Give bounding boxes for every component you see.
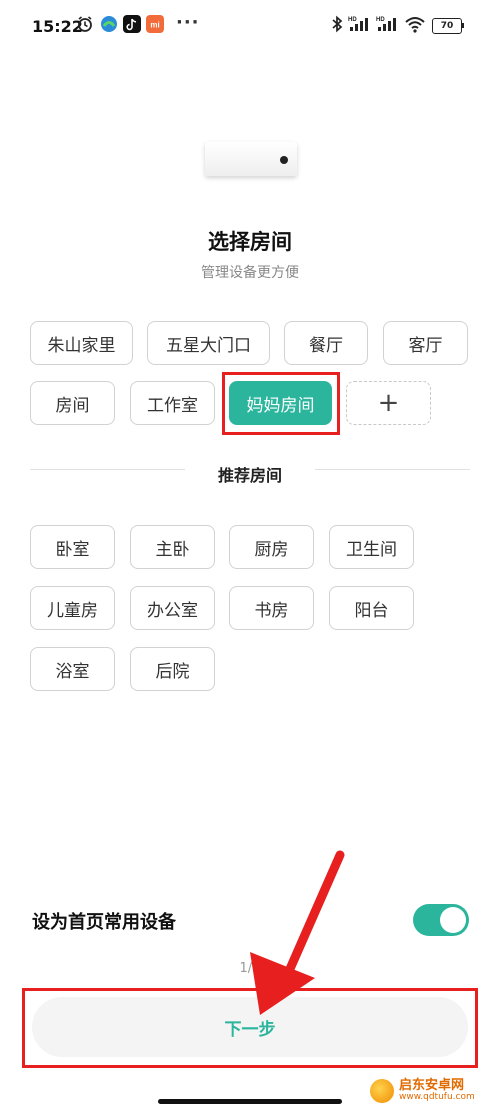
recommended-room-chip[interactable]: 儿童房 bbox=[30, 586, 115, 630]
battery-icon bbox=[462, 23, 464, 28]
page-indicator: 1/3 bbox=[239, 961, 261, 976]
battery-level: 70 bbox=[432, 18, 462, 34]
recommended-room-chip[interactable]: 书房 bbox=[229, 586, 314, 630]
recommended-room-chip[interactable]: 卫生间 bbox=[329, 525, 414, 569]
watermark-url: www.qdtufu.com bbox=[399, 1092, 475, 1103]
signal-icon-2: HD bbox=[376, 17, 396, 31]
recommended-room-chip[interactable]: 卧室 bbox=[30, 525, 115, 569]
toggle-knob bbox=[440, 907, 466, 933]
divider-right bbox=[315, 469, 470, 470]
svg-text:HD: HD bbox=[376, 17, 385, 23]
recommended-room-chip[interactable]: 浴室 bbox=[30, 647, 115, 691]
status-bar: 15:22 mi ··· HD HD 70 bbox=[0, 0, 500, 56]
tiktok-icon bbox=[123, 15, 141, 33]
recommended-room-chip[interactable]: 厨房 bbox=[229, 525, 314, 569]
room-chip[interactable]: 五星大门口 bbox=[147, 321, 270, 365]
wifi-icon bbox=[405, 17, 425, 33]
room-chip[interactable]: 工作室 bbox=[130, 381, 215, 425]
alarm-icon bbox=[78, 16, 92, 32]
selected-room-highlight bbox=[222, 372, 340, 435]
more-notifications-icon: ··· bbox=[176, 12, 200, 33]
signal-icon-1: HD bbox=[348, 17, 368, 31]
page-subtitle: 管理设备更方便 bbox=[201, 265, 299, 281]
home-indicator[interactable] bbox=[158, 1099, 342, 1104]
add-room-button[interactable]: + bbox=[346, 381, 431, 425]
page-title: 选择房间 bbox=[208, 230, 292, 254]
air-conditioner-image bbox=[205, 142, 297, 176]
svg-text:mi: mi bbox=[150, 21, 159, 30]
mi-icon: mi bbox=[146, 15, 164, 33]
recommended-room-chip[interactable]: 办公室 bbox=[130, 586, 215, 630]
room-chip[interactable]: 房间 bbox=[30, 381, 115, 425]
favorite-device-toggle[interactable] bbox=[413, 904, 469, 936]
recommended-room-chip[interactable]: 阳台 bbox=[329, 586, 414, 630]
room-chip[interactable]: 客厅 bbox=[383, 321, 468, 365]
app-notification-icon bbox=[101, 16, 117, 32]
watermark: 启东安卓网 www.qdtufu.com bbox=[370, 1075, 495, 1107]
room-chip[interactable]: 餐厅 bbox=[284, 321, 368, 365]
recommended-room-chip[interactable]: 后院 bbox=[130, 647, 215, 691]
watermark-name: 启东安卓网 bbox=[399, 1077, 465, 1093]
recommended-title: 推荐房间 bbox=[217, 466, 282, 485]
recommended-room-chip[interactable]: 主卧 bbox=[130, 525, 215, 569]
watermark-logo-icon bbox=[370, 1079, 394, 1103]
svg-text:HD: HD bbox=[348, 17, 357, 23]
device-indicator-dot bbox=[280, 156, 288, 164]
room-chip[interactable]: 朱山家里 bbox=[30, 321, 133, 365]
bluetooth-icon bbox=[332, 15, 343, 33]
next-button-highlight bbox=[22, 988, 478, 1068]
favorite-device-label: 设为首页常用设备 bbox=[32, 912, 176, 933]
